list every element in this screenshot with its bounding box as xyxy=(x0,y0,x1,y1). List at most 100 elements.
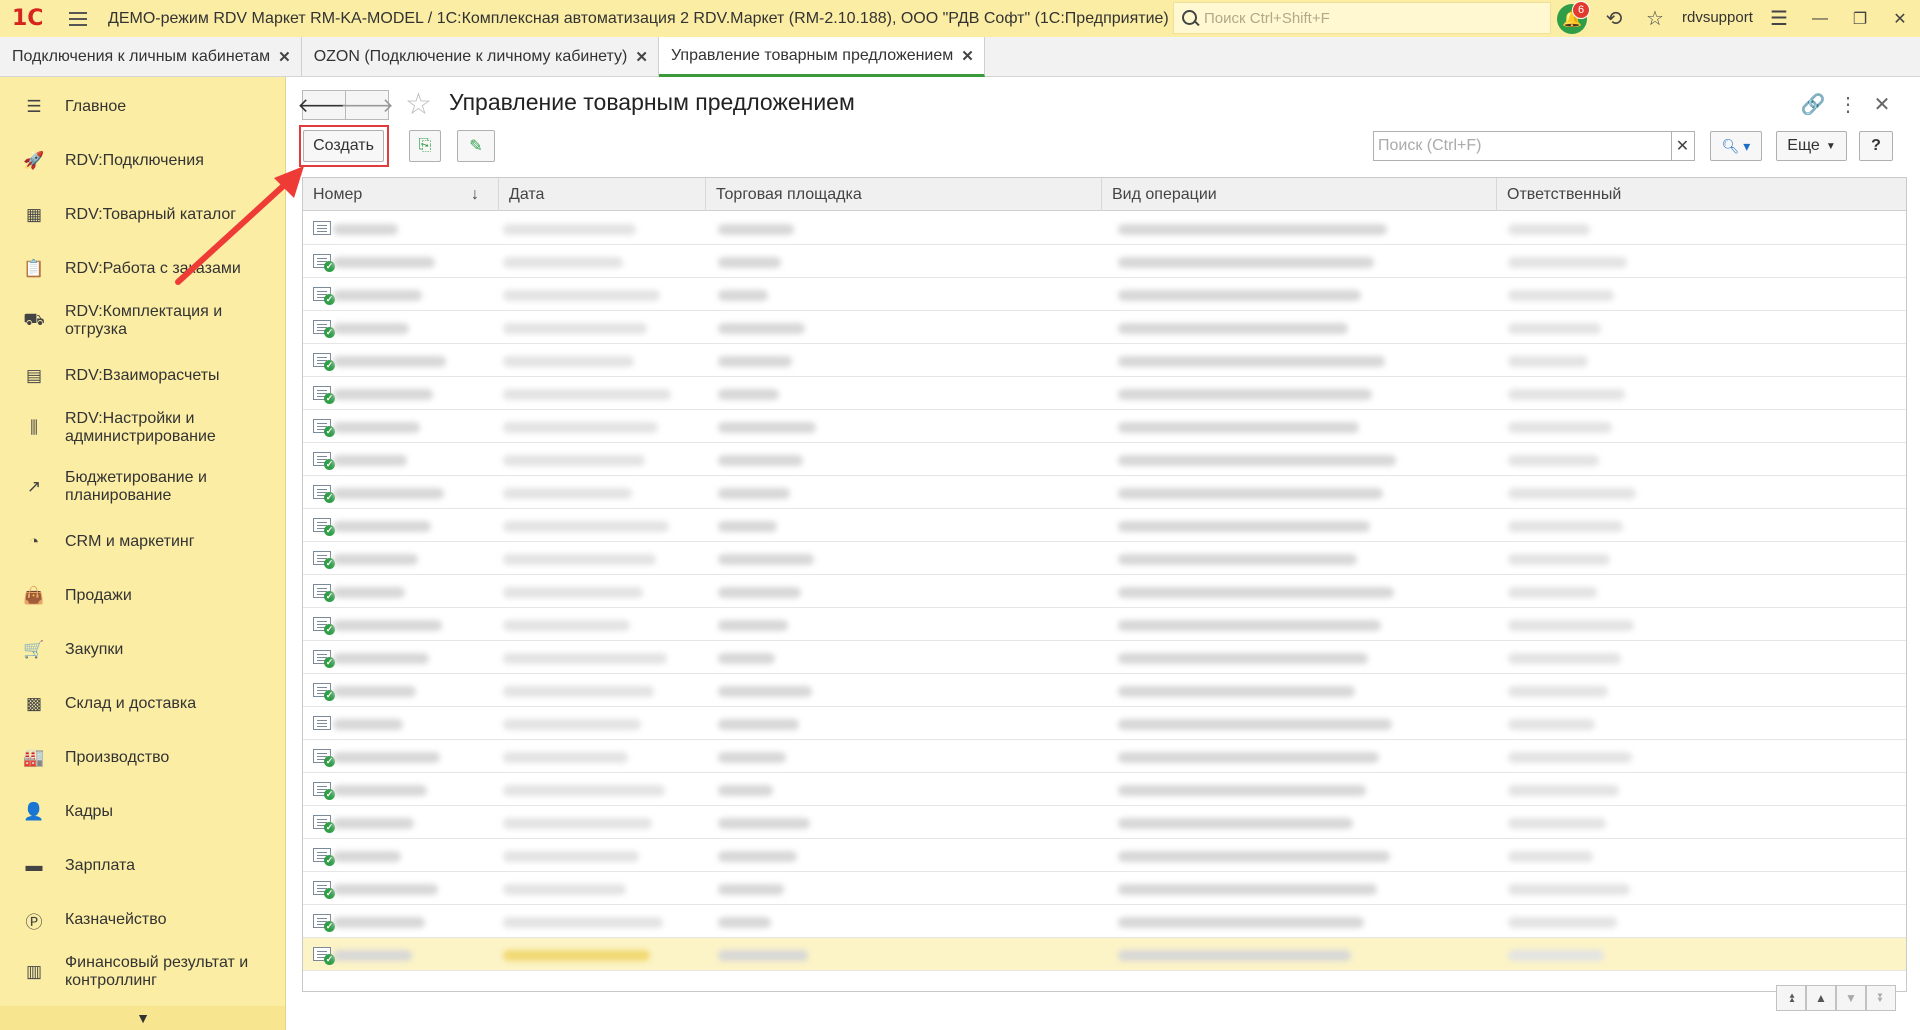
list-search-input[interactable]: Поиск (Ctrl+F) xyxy=(1373,131,1672,161)
close-tab-icon[interactable]: ✕ xyxy=(961,47,974,65)
table-row[interactable]: ✓ xyxy=(303,344,1906,377)
obscured-cell xyxy=(1508,587,1597,598)
settings-menu-icon[interactable]: ☰ xyxy=(1766,5,1792,31)
link-icon[interactable]: 🔗 xyxy=(1800,91,1826,117)
column-header-date[interactable]: Дата xyxy=(499,178,706,211)
scroll-to-bottom-button[interactable]: ⏬︎ xyxy=(1866,985,1896,1011)
sidebar-item-financial-result[interactable]: ▥ Финансовый результат и контроллинг xyxy=(0,952,285,992)
column-title: Ответственный xyxy=(1507,185,1622,203)
table-row[interactable]: ✓ xyxy=(303,773,1906,806)
table-row[interactable] xyxy=(303,212,1906,245)
sidebar-item-purchases[interactable]: 🛒 Закупки xyxy=(0,635,285,665)
more-button[interactable]: Еще ▼ xyxy=(1776,131,1847,161)
sidebar-item-catalog[interactable]: ▦ RDV:Товарный каталог xyxy=(0,200,285,230)
table-row[interactable]: ✓ xyxy=(303,674,1906,707)
history-icon[interactable]: ⟲ xyxy=(1601,5,1627,31)
sidebar-item-budgeting[interactable]: ↗ Бюджетирование и планирование xyxy=(0,467,285,507)
sidebar-item-hr[interactable]: 👤 Кадры xyxy=(0,797,285,827)
clear-search-icon[interactable]: ✕ xyxy=(1671,131,1695,161)
obscured-cell xyxy=(333,653,429,664)
table-row[interactable]: ✓ xyxy=(303,740,1906,773)
obscured-cell xyxy=(1118,752,1379,763)
clipboard-icon: 📋 xyxy=(23,259,45,278)
close-tab-icon[interactable]: ✕ xyxy=(278,48,291,66)
sidebar-item-main[interactable]: ☰ Главное xyxy=(0,92,285,122)
scroll-down-button[interactable]: ▼ xyxy=(1836,985,1866,1011)
column-title: Вид операции xyxy=(1112,185,1217,203)
sidebar-item-settings[interactable]: ⫼ RDV:Настройки и администрирование xyxy=(0,408,285,448)
table-row[interactable]: ✓ xyxy=(303,905,1906,938)
sidebar-item-orders[interactable]: 📋 RDV:Работа с заказами xyxy=(0,254,285,284)
table-row[interactable]: ✓ xyxy=(303,575,1906,608)
sidebar-item-connections[interactable]: 🚀 RDV:Подключения xyxy=(0,146,285,176)
table-row[interactable]: ✓ xyxy=(303,311,1906,344)
sidebar-item-warehouse[interactable]: ▩ Склад и доставка xyxy=(0,689,285,719)
table-row[interactable]: ✓ xyxy=(303,938,1906,971)
sidebar-item-production[interactable]: 🏭 Производство xyxy=(0,743,285,773)
table-row[interactable]: ✓ xyxy=(303,806,1906,839)
sidebar-item-settlements[interactable]: ▤ RDV:Взаиморасчеты xyxy=(0,361,285,391)
add-to-favorites-star-icon[interactable]: ☆ xyxy=(405,87,432,122)
sidebar-item-sales[interactable]: 👜 Продажи xyxy=(0,581,285,611)
help-button[interactable]: ? xyxy=(1859,131,1893,161)
column-title: Номер xyxy=(313,185,363,203)
app-title: ДЕМО-режим RDV Маркет RM-KA-MODEL / 1С:К… xyxy=(108,9,1169,27)
username-label[interactable]: rdvsupport xyxy=(1682,9,1753,26)
column-header-operation[interactable]: Вид операции xyxy=(1102,178,1497,211)
app-logo[interactable]: 1С xyxy=(0,0,58,37)
tab-product-offer[interactable]: Управление товарным предложением ✕ xyxy=(658,37,985,77)
sidebar-item-label: Главное xyxy=(65,98,127,115)
restore-button[interactable]: ❐ xyxy=(1840,0,1880,37)
obscured-cell xyxy=(1118,587,1394,598)
posted-document-icon: ✓ xyxy=(313,947,335,965)
table-row[interactable]: ✓ xyxy=(303,542,1906,575)
table-row[interactable]: ✓ xyxy=(303,245,1906,278)
posted-document-icon: ✓ xyxy=(313,551,335,569)
table-row[interactable]: ✓ xyxy=(303,443,1906,476)
documents-table[interactable]: Номер ↓ Дата Торговая площадка Вид опера… xyxy=(302,177,1907,992)
more-actions-kebab-icon[interactable]: ⋮ xyxy=(1835,91,1861,117)
copy-document-icon[interactable]: ⎘ xyxy=(409,130,441,162)
obscured-cell xyxy=(1508,290,1614,301)
table-row[interactable]: ✓ xyxy=(303,839,1906,872)
obscured-cell xyxy=(1118,950,1351,961)
table-row[interactable]: ✓ xyxy=(303,608,1906,641)
scroll-up-button[interactable]: ▲ xyxy=(1806,985,1836,1011)
basket-icon: 🛒 xyxy=(23,640,45,659)
table-row[interactable]: ✓ xyxy=(303,641,1906,674)
edit-pencil-icon[interactable]: ✎ xyxy=(457,130,495,162)
tab-connections[interactable]: Подключения к личным кабинетам ✕ xyxy=(0,37,302,77)
table-row[interactable]: ✓ xyxy=(303,377,1906,410)
column-header-marketplace[interactable]: Торговая площадка xyxy=(706,178,1102,211)
main-menu-icon[interactable] xyxy=(58,0,98,37)
table-row[interactable]: ✓ xyxy=(303,278,1906,311)
scroll-to-top-button[interactable]: ⏫︎ xyxy=(1776,985,1806,1011)
obscured-cell xyxy=(1508,752,1632,763)
obscured-cell xyxy=(1118,917,1364,928)
forward-button[interactable]: 🡒 xyxy=(340,90,394,120)
close-tab-icon[interactable]: ✕ xyxy=(635,48,648,66)
table-row[interactable]: ✓ xyxy=(303,476,1906,509)
close-window-button[interactable]: ✕ xyxy=(1880,0,1920,37)
favorites-star-icon[interactable]: ☆ xyxy=(1642,5,1668,31)
table-row[interactable]: ✓ xyxy=(303,509,1906,542)
table-row[interactable] xyxy=(303,707,1906,740)
tab-ozon[interactable]: OZON (Подключение к личному кабинету) ✕ xyxy=(302,37,659,77)
close-form-icon[interactable]: ✕ xyxy=(1869,91,1895,117)
column-header-number[interactable]: Номер ↓ xyxy=(303,178,499,211)
obscured-cell xyxy=(1118,455,1396,466)
sidebar-item-treasury[interactable]: Ⓟ Казначейство xyxy=(0,905,285,935)
sidebar-item-shipping[interactable]: ⛟ RDV:Комплектация и отгрузка xyxy=(0,301,285,341)
table-row[interactable]: ✓ xyxy=(303,872,1906,905)
tab-label: Управление товарным предложением xyxy=(670,46,954,64)
obscured-cell xyxy=(1508,422,1612,433)
global-search-input[interactable]: Поиск Ctrl+Shift+F xyxy=(1173,2,1551,34)
table-row[interactable]: ✓ xyxy=(303,410,1906,443)
sidebar-item-crm[interactable]: ◔ CRM и маркетинг xyxy=(0,527,285,557)
obscured-cell xyxy=(1118,620,1381,631)
search-options-button[interactable]: 🔍︎ ▾ xyxy=(1710,131,1762,161)
column-header-responsible[interactable]: Ответственный xyxy=(1497,178,1906,211)
minimize-button[interactable]: — xyxy=(1800,0,1840,37)
sidebar-scroll-down-button[interactable]: ▼ xyxy=(0,1006,285,1030)
sidebar-item-salary[interactable]: ▬ Зарплата xyxy=(0,851,285,881)
